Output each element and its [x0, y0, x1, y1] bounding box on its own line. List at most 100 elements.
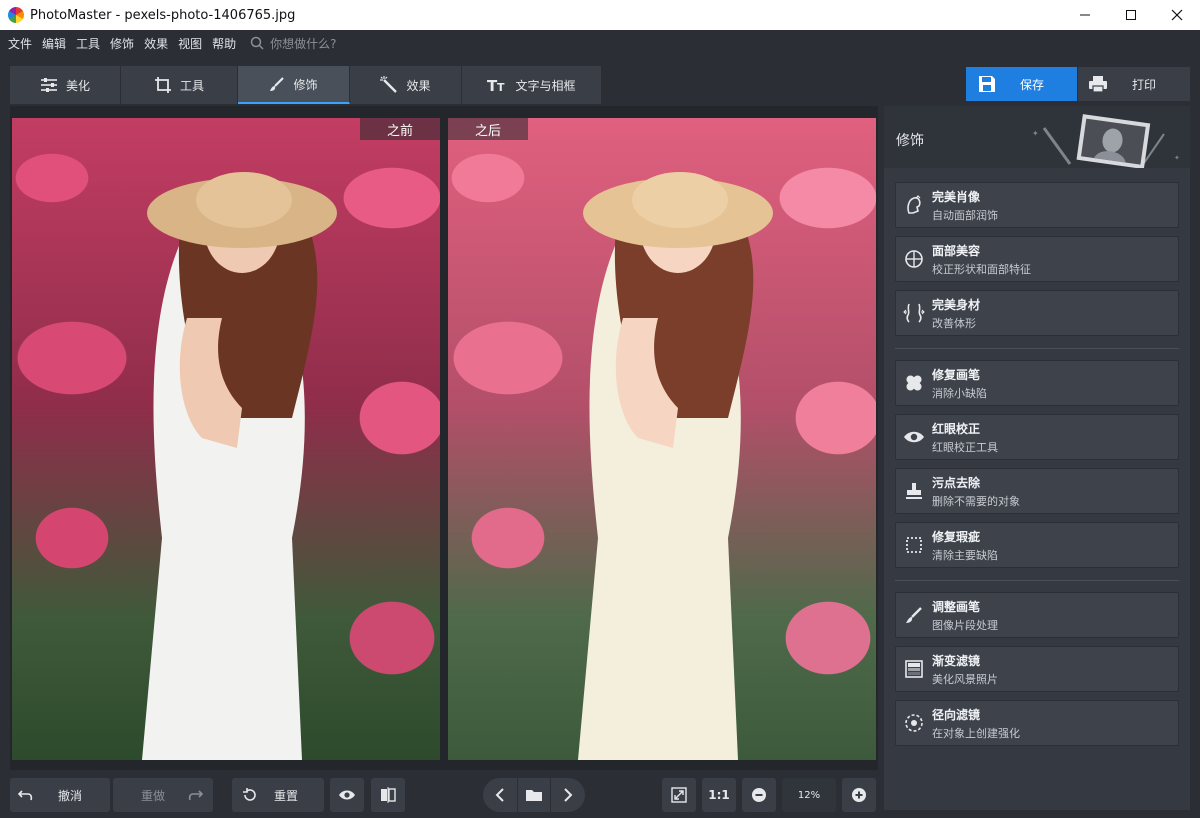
tool-description: 自动面部润饰	[932, 208, 998, 222]
tab-text-frames[interactable]: TT 文字与相框	[462, 66, 602, 104]
stamp-icon	[906, 483, 922, 499]
svg-text:T: T	[497, 81, 505, 93]
before-photo	[12, 118, 440, 760]
tab-effects[interactable]: 效果	[350, 66, 462, 104]
fit-screen-icon	[671, 787, 687, 803]
tab-retouch[interactable]: 修饰	[238, 66, 350, 104]
tool-title: 红眼校正	[932, 421, 981, 436]
tool-face-beauty[interactable]: 面部美容校正形状和面部特征	[895, 236, 1179, 282]
face-target-icon	[905, 250, 923, 268]
tab-enhance[interactable]: 美化	[10, 66, 121, 104]
window-title: PhotoMaster - pexels-photo-1406765.jpg	[30, 7, 296, 23]
menu-edit[interactable]: 编辑	[42, 35, 66, 52]
tool-description: 消除小缺陷	[932, 386, 987, 400]
redo-label: 重做	[141, 788, 166, 803]
tool-adjustment-brush[interactable]: 调整画笔 图像片段处理	[895, 592, 1179, 638]
menu-view[interactable]: 视图	[178, 35, 202, 52]
tool-perfect-body[interactable]: 完美身材 改善体形	[895, 290, 1179, 336]
app-logo-icon	[8, 7, 24, 23]
print-button[interactable]: 打印	[1078, 67, 1190, 101]
menu-search[interactable]: 你想做什么?	[250, 35, 336, 52]
sliders-icon	[40, 78, 57, 92]
panel-header: 修饰 ✦ ✦	[884, 106, 1190, 168]
main-tabs: 美化 工具 修饰 效果 TT 文字与相框	[10, 66, 602, 104]
tab-effects-label: 效果	[406, 78, 431, 93]
eye-icon	[904, 431, 924, 443]
tool-radial-filter[interactable]: 径向滤镜 在对象上创建强化	[895, 700, 1179, 746]
adjust-brush-icon	[906, 607, 922, 623]
navigation-group	[483, 778, 585, 812]
actual-size-button[interactable]: 1:1	[702, 778, 736, 812]
zoom-out-button[interactable]	[742, 778, 776, 812]
before-label: 之前	[360, 118, 440, 140]
save-button[interactable]: 保存	[966, 67, 1077, 101]
portrait-icon	[907, 195, 921, 214]
tool-description: 校正形状和面部特征	[932, 262, 1031, 276]
tool-red-eye[interactable]: 红眼校正 红眼校正工具	[895, 414, 1179, 460]
brush-icon	[270, 77, 285, 91]
folder-icon	[526, 790, 542, 801]
zoom-in-button[interactable]	[842, 778, 876, 812]
next-image-button[interactable]	[551, 788, 585, 802]
search-icon	[250, 36, 264, 50]
after-label: 之后	[448, 118, 528, 140]
chevron-left-icon	[495, 788, 504, 802]
reset-button[interactable]: 重置	[232, 778, 324, 812]
tool-healing-brush[interactable]: 修复画笔 消除小缺陷	[895, 360, 1179, 406]
undo-button[interactable]: 撤消	[10, 778, 110, 812]
eye-icon	[339, 790, 355, 800]
body-icon	[903, 303, 925, 323]
tab-tools[interactable]: 工具	[121, 66, 238, 104]
reset-icon	[243, 788, 256, 801]
tool-title: 完美肖像	[932, 189, 981, 204]
compare-view-button[interactable]	[371, 778, 405, 812]
image-viewer: 之前 之后	[10, 106, 878, 770]
tab-enhance-label: 美化	[65, 78, 90, 93]
tool-title: 渐变滤镜	[932, 653, 981, 668]
tool-title: 面部美容	[932, 243, 981, 258]
printer-icon	[1089, 76, 1107, 93]
open-folder-button[interactable]	[517, 778, 551, 812]
svg-text:✦: ✦	[1032, 129, 1039, 138]
tool-spot-removal[interactable]: 污点去除 删除不需要的对象	[895, 468, 1179, 514]
panel-header-illustration: ✦ ✦	[1032, 114, 1180, 168]
menu-help[interactable]: 帮助	[212, 35, 236, 52]
tool-title: 径向滤镜	[932, 707, 981, 722]
preview-toggle-button[interactable]	[330, 778, 364, 812]
undo-icon	[18, 790, 33, 801]
text-icon: TT	[487, 77, 505, 93]
minimize-icon[interactable]	[1062, 0, 1108, 30]
save-label: 保存	[1020, 77, 1045, 92]
fit-to-screen-button[interactable]	[662, 778, 696, 812]
reset-label: 重置	[274, 788, 299, 803]
tool-title: 修复画笔	[932, 367, 981, 382]
tool-gradient-filter[interactable]: 渐变滤镜美化风景照片	[895, 646, 1179, 692]
redo-button[interactable]: 重做	[113, 778, 213, 812]
bandage-icon	[906, 375, 922, 391]
menu-file[interactable]: 文件	[8, 35, 32, 52]
tool-title: 完美身材	[932, 297, 981, 312]
close-icon[interactable]	[1154, 0, 1200, 30]
radial-filter-icon	[905, 714, 923, 732]
tab-tools-label: 工具	[179, 78, 204, 93]
bottom-toolbar: 撤消 重做 重置 1:1 12%	[0, 772, 884, 818]
previous-image-button[interactable]	[483, 788, 517, 802]
crop-icon	[154, 77, 171, 93]
menu-tools[interactable]: 工具	[76, 35, 100, 52]
tool-perfect-portrait[interactable]: 完美肖像自动面部润饰	[895, 182, 1179, 228]
tool-title: 污点去除	[932, 475, 981, 490]
svg-text:✦: ✦	[1174, 154, 1180, 162]
retouch-panel: 修饰 ✦ ✦ 完美肖像自动面部润饰 面部美容校正形状和面部特征 完美身材 改善体形…	[884, 106, 1190, 810]
title-bar: PhotoMaster - pexels-photo-1406765.jpg	[0, 0, 1200, 30]
menu-effects[interactable]: 效果	[144, 35, 168, 52]
tool-description: 图像片段处理	[932, 618, 998, 632]
maximize-icon[interactable]	[1108, 0, 1154, 30]
tool-description: 美化风景照片	[932, 672, 998, 686]
floppy-disk-icon	[979, 76, 995, 92]
undo-label: 撤消	[58, 788, 83, 803]
tool-blemish-fix[interactable]: 修复瑕疵 清除主要缺陷	[895, 522, 1179, 568]
menu-retouch[interactable]: 修饰	[110, 35, 134, 52]
zoom-level-field[interactable]: 12%	[782, 778, 836, 812]
before-image-panel: 之前	[12, 118, 440, 760]
zoom-out-icon	[752, 788, 766, 802]
